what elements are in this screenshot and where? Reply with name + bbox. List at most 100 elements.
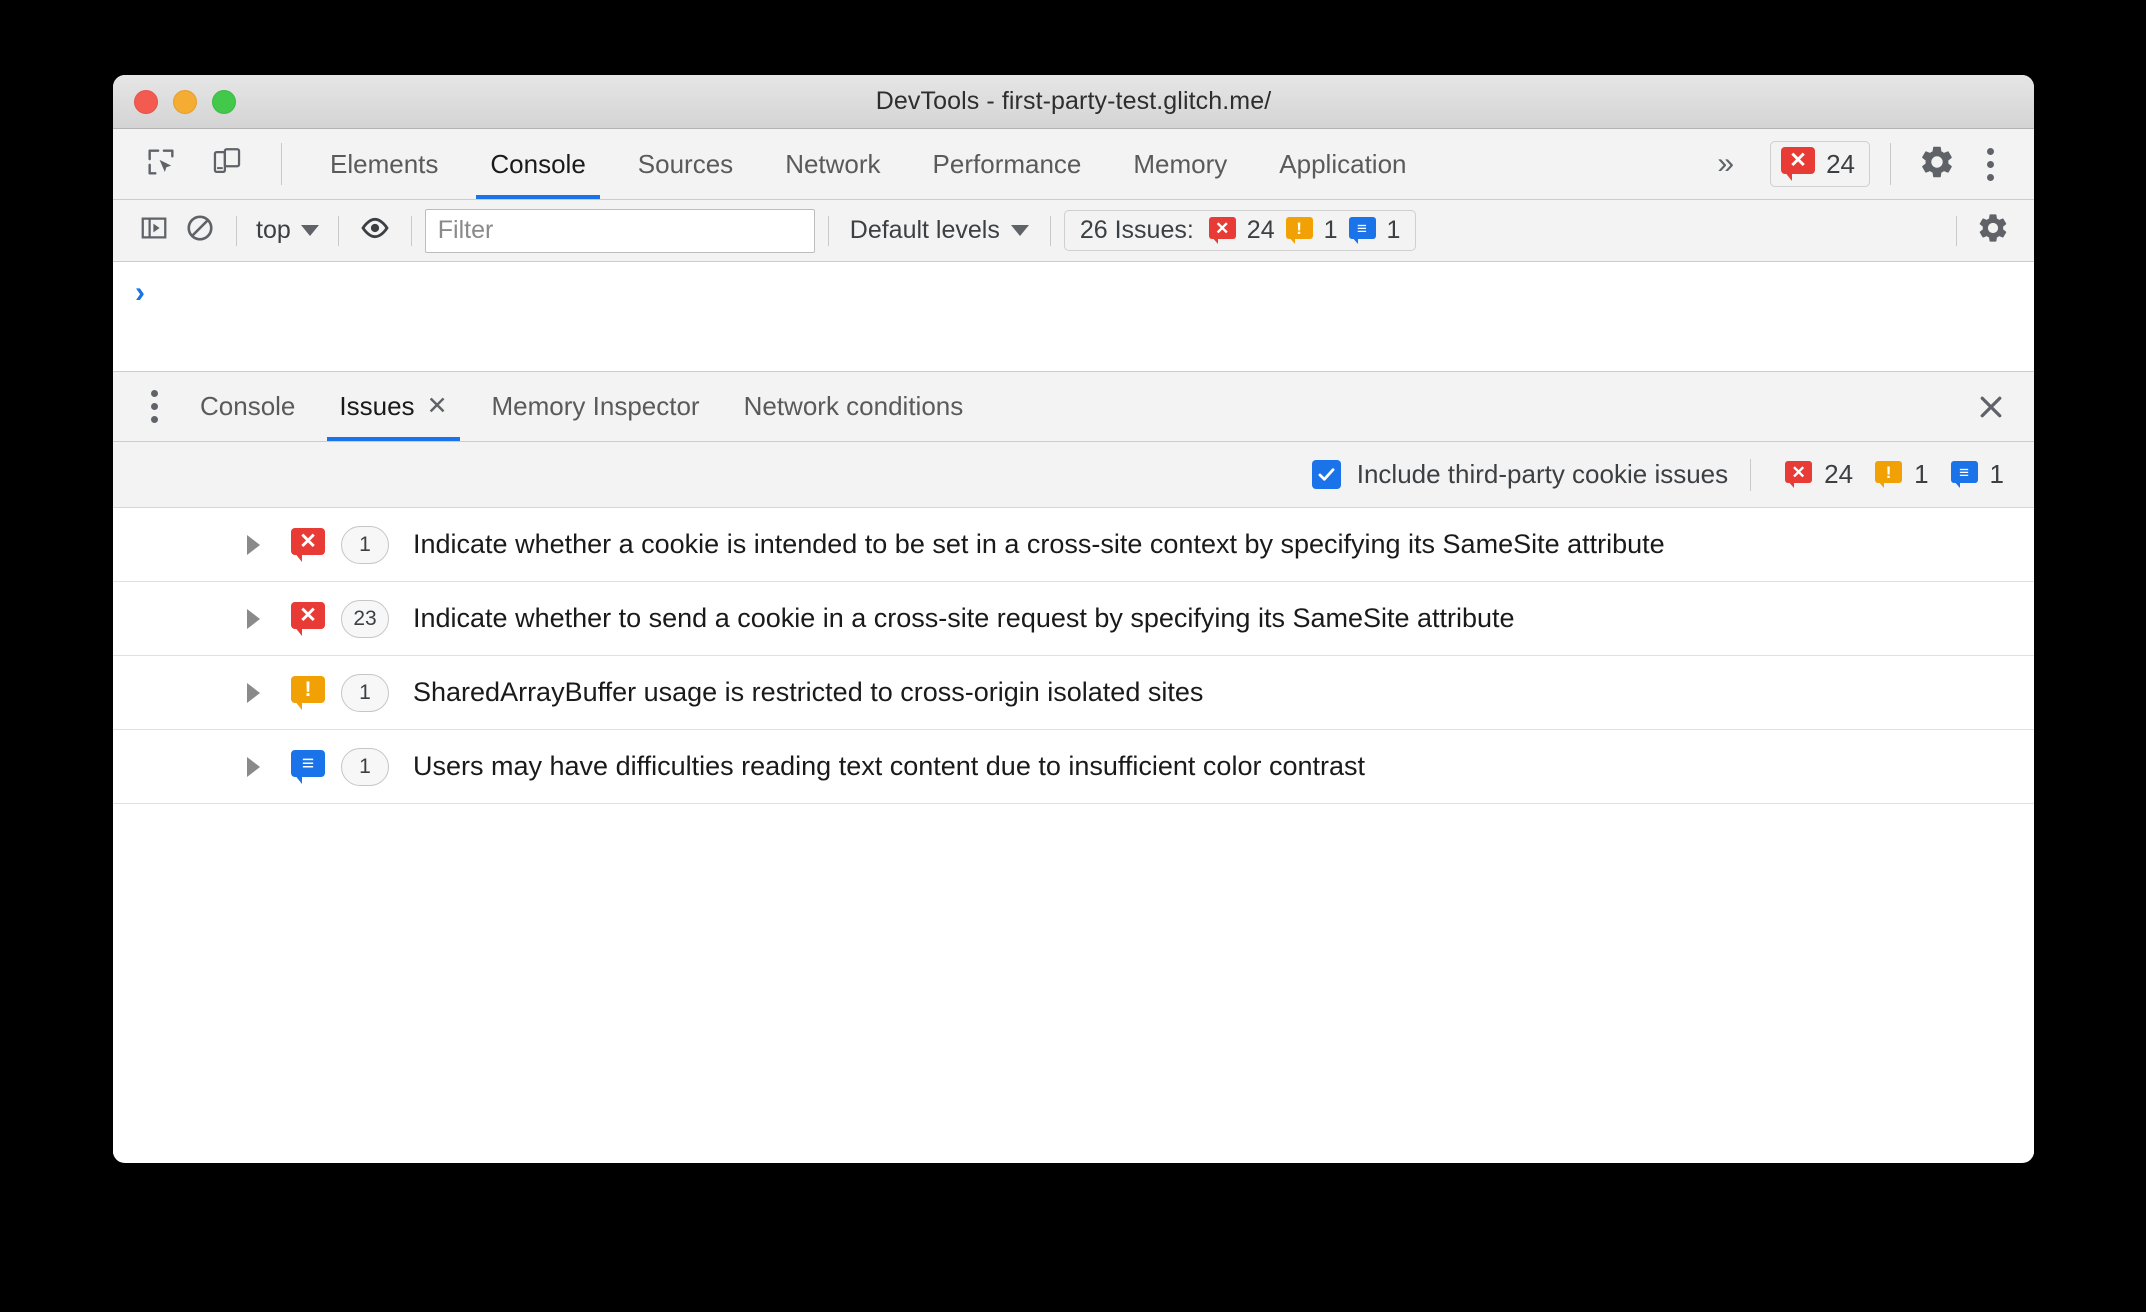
issue-title: Indicate whether to send a cookie in a c… — [413, 603, 1515, 633]
error-bubble-icon: ✕ — [1785, 461, 1813, 488]
issues-info-count: 1 — [1989, 459, 2004, 489]
expand-triangle-icon[interactable] — [247, 608, 260, 629]
issues-counts-group: ✕ 24 ! 1 ≡ 1 — [1728, 458, 2004, 491]
tab-label: Console — [490, 148, 586, 179]
close-icon — [1976, 392, 2006, 422]
tab-network[interactable]: Network — [759, 129, 906, 199]
tabbar-right-group: » ✕ 24 — [1687, 129, 2034, 199]
toolbar-divider — [236, 215, 237, 246]
eye-icon — [359, 212, 391, 249]
toolbar-divider — [827, 215, 829, 246]
issues-warning-count: 1 — [1914, 459, 1929, 489]
drawer-tab-label: Network conditions — [743, 391, 964, 421]
more-tabs-button[interactable]: » — [1687, 129, 1764, 199]
tab-performance[interactable]: Performance — [907, 129, 1108, 199]
tabbar-divider — [281, 143, 282, 185]
issues-summary-chip[interactable]: 26 Issues: ✕ 24 ! 1 ≡ 1 — [1063, 210, 1417, 251]
issue-row[interactable]: ✕ 23 Indicate whether to send a cookie i… — [113, 582, 2034, 656]
console-sidebar-toggle-button[interactable] — [131, 208, 177, 254]
info-bubble-icon: ≡ — [1348, 217, 1376, 244]
drawer-tab-network-conditions[interactable]: Network conditions — [722, 372, 986, 441]
kebab-dot-icon — [1987, 147, 1994, 155]
window-title: DevTools - first-party-test.glitch.me/ — [875, 87, 1272, 115]
error-count-chip[interactable]: ✕ 24 — [1770, 141, 1870, 187]
chevron-down-icon — [300, 225, 319, 236]
tab-console[interactable]: Console — [464, 129, 611, 199]
clear-console-icon — [185, 213, 215, 248]
kebab-dot-icon — [1987, 160, 1994, 168]
tab-application[interactable]: Application — [1253, 129, 1432, 199]
issue-count-badge: 1 — [341, 673, 389, 712]
drawer-tabbar: Console Issues ✕ Memory Inspector Networ… — [113, 372, 2034, 442]
close-drawer-button[interactable] — [1948, 372, 2034, 441]
console-message-area[interactable]: › — [113, 262, 2034, 372]
drawer-more-tools-button[interactable] — [131, 372, 178, 441]
main-tabbar: Elements Console Sources Network Perform… — [113, 129, 2034, 200]
expand-triangle-icon[interactable] — [247, 682, 260, 703]
console-settings-button[interactable] — [1970, 208, 2016, 254]
issues-info-count: 1 — [1386, 216, 1401, 244]
expand-triangle-icon[interactable] — [247, 756, 260, 777]
issue-title: Indicate whether a cookie is intended to… — [413, 529, 1665, 559]
drawer-tab-label: Memory Inspector — [491, 391, 700, 421]
kebab-dot-icon — [151, 390, 158, 397]
issues-pane-toolbar: Include third-party cookie issues ✕ 24 !… — [113, 442, 2034, 508]
tab-label: Memory — [1133, 148, 1228, 179]
issue-row[interactable]: ! 1 SharedArrayBuffer usage is restricte… — [113, 656, 2034, 730]
checkbox-label: Include third-party cookie issues — [1356, 459, 1729, 489]
issues-error-count: 24 — [1246, 216, 1275, 244]
clear-console-button[interactable] — [177, 208, 223, 254]
devtools-drawer: Console Issues ✕ Memory Inspector Networ… — [113, 372, 2034, 1162]
tabbar-tool-buttons — [113, 129, 296, 199]
toolbar-divider — [337, 215, 339, 246]
close-icon[interactable]: ✕ — [427, 394, 448, 419]
drawer-tab-memory-inspector[interactable]: Memory Inspector — [470, 372, 722, 441]
drawer-tab-issues[interactable]: Issues ✕ — [317, 372, 469, 441]
gear-icon — [1976, 211, 2010, 250]
issues-list: ✕ 1 Indicate whether a cookie is intende… — [113, 508, 2034, 1162]
tab-label: Network — [785, 148, 881, 179]
inspect-element-button[interactable] — [135, 138, 187, 190]
include-third-party-cookie-issues-checkbox[interactable]: Include third-party cookie issues — [1311, 459, 1729, 490]
tab-elements[interactable]: Elements — [304, 129, 464, 199]
console-toolbar-right — [1943, 208, 2016, 254]
toolbar-divider — [410, 215, 412, 246]
console-prompt-chevron-icon: › — [135, 276, 145, 309]
drawer-tab-console[interactable]: Console — [178, 372, 317, 441]
error-bubble-icon: ✕ — [1781, 147, 1816, 181]
console-filter-input[interactable]: Filter — [424, 208, 815, 253]
issue-count-badge: 1 — [341, 747, 389, 786]
tabbar-right-divider — [1890, 143, 1891, 185]
issue-title: Users may have difficulties reading text… — [413, 751, 1366, 781]
issue-title: SharedArrayBuffer usage is restricted to… — [413, 677, 1204, 707]
execution-context-label: top — [256, 216, 291, 244]
drawer-tab-label: Issues — [339, 391, 415, 421]
devtools-more-options-button[interactable] — [1969, 147, 2012, 181]
issue-row[interactable]: ✕ 1 Indicate whether a cookie is intende… — [113, 508, 2034, 582]
kebab-dot-icon — [151, 416, 158, 423]
devtools-settings-button[interactable] — [1911, 138, 1963, 190]
tab-label: Performance — [932, 148, 1082, 179]
issues-count-label: 26 Issues: — [1079, 216, 1194, 244]
tab-sources[interactable]: Sources — [612, 129, 759, 199]
expand-triangle-icon[interactable] — [247, 534, 260, 555]
counts-divider — [1750, 458, 1752, 491]
warning-bubble-icon: ! — [1285, 217, 1313, 244]
toolbar-divider — [1049, 215, 1051, 246]
toolbar-divider — [1956, 215, 1957, 246]
log-levels-label: Default levels — [849, 216, 1000, 244]
warning-bubble-icon: ! — [1875, 461, 1903, 488]
tab-label: Elements — [330, 148, 439, 179]
live-expression-button[interactable] — [352, 208, 398, 254]
gear-icon — [1918, 143, 1956, 186]
kebab-dot-icon — [151, 403, 158, 410]
log-levels-selector[interactable]: Default levels — [842, 216, 1037, 245]
tab-memory[interactable]: Memory — [1107, 129, 1253, 199]
error-bubble-icon: ✕ — [291, 527, 325, 562]
window-titlebar: DevTools - first-party-test.glitch.me/ — [113, 75, 2034, 129]
warning-bubble-icon: ! — [291, 675, 325, 710]
device-toolbar-button[interactable] — [201, 138, 253, 190]
tab-label: Sources — [637, 148, 734, 179]
execution-context-selector[interactable]: top — [250, 216, 325, 245]
issue-row[interactable]: ≡ 1 Users may have difficulties reading … — [113, 730, 2034, 804]
